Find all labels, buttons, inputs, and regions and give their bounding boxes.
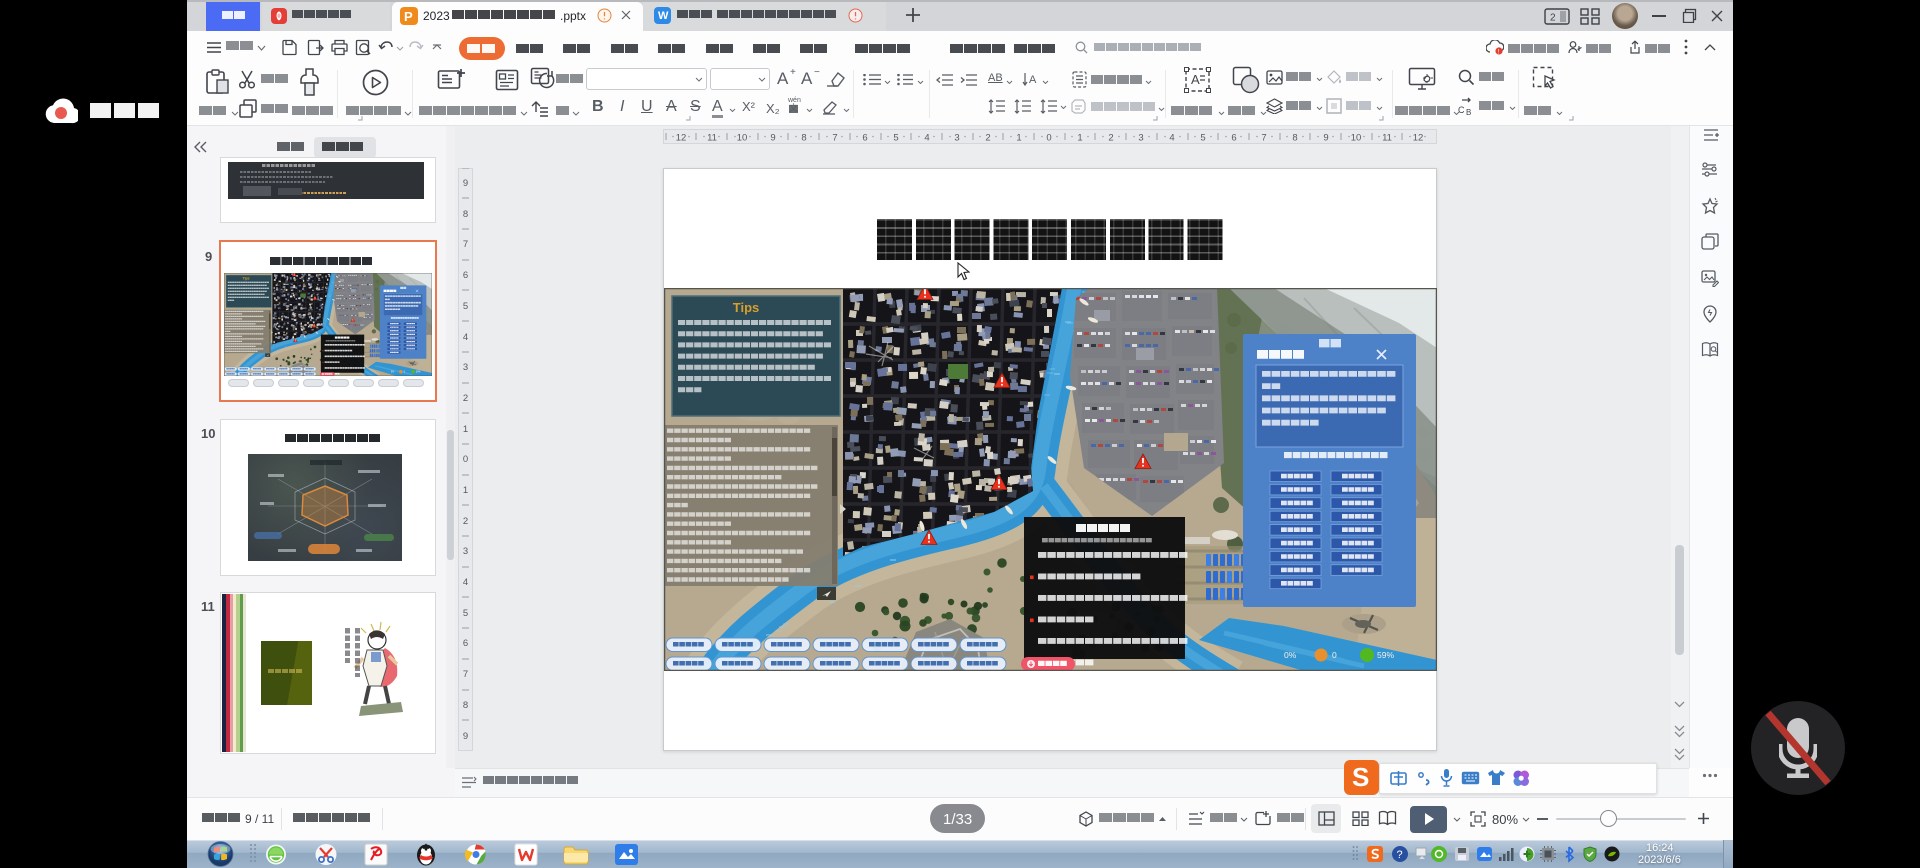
svg-text:6: 6 bbox=[463, 638, 468, 649]
svg-text:6: 6 bbox=[862, 133, 867, 144]
svg-text:59%: 59% bbox=[416, 372, 421, 374]
svg-text:0: 0 bbox=[463, 454, 468, 465]
svg-text:C: C bbox=[1458, 105, 1465, 115]
svg-text:5: 5 bbox=[463, 301, 468, 312]
svg-text:0: 0 bbox=[1332, 650, 1337, 660]
svg-text:9: 9 bbox=[770, 133, 775, 144]
svg-text:A: A bbox=[1191, 72, 1200, 87]
svg-text:8: 8 bbox=[1292, 133, 1297, 144]
svg-text:12: 12 bbox=[676, 133, 687, 144]
svg-text:10: 10 bbox=[1351, 133, 1362, 144]
svg-text:6: 6 bbox=[1231, 133, 1236, 144]
svg-text:3: 3 bbox=[463, 546, 468, 557]
svg-text:Tips: Tips bbox=[243, 276, 250, 280]
svg-text:8: 8 bbox=[463, 700, 468, 711]
svg-text:1: 1 bbox=[463, 485, 468, 496]
svg-text:4: 4 bbox=[463, 577, 468, 588]
svg-text:5: 5 bbox=[463, 608, 468, 619]
svg-text:?: ? bbox=[1397, 849, 1403, 861]
svg-text:59%: 59% bbox=[1377, 650, 1394, 660]
svg-text:7: 7 bbox=[463, 669, 468, 680]
svg-text:B: B bbox=[1466, 108, 1471, 115]
svg-text:Tips: Tips bbox=[733, 300, 760, 315]
svg-text:2: 2 bbox=[463, 516, 468, 527]
svg-text:4: 4 bbox=[924, 133, 929, 144]
svg-text:7: 7 bbox=[1261, 133, 1266, 144]
svg-text:9: 9 bbox=[463, 731, 468, 742]
svg-text:2: 2 bbox=[985, 133, 990, 144]
svg-text:9: 9 bbox=[463, 178, 468, 189]
svg-text:0%: 0% bbox=[1284, 650, 1297, 660]
svg-text:A: A bbox=[1029, 74, 1037, 86]
svg-text:1: 1 bbox=[1016, 133, 1021, 144]
svg-text:6: 6 bbox=[463, 270, 468, 281]
svg-text:10: 10 bbox=[737, 133, 748, 144]
svg-text:1: 1 bbox=[1077, 133, 1082, 144]
svg-text:4: 4 bbox=[463, 332, 468, 343]
svg-text:9: 9 bbox=[1323, 133, 1328, 144]
svg-text:5: 5 bbox=[893, 133, 898, 144]
svg-text:3: 3 bbox=[1138, 133, 1143, 144]
svg-text:8: 8 bbox=[463, 209, 468, 220]
svg-text:5: 5 bbox=[1200, 133, 1205, 144]
svg-text:11: 11 bbox=[1382, 133, 1392, 144]
svg-text:7: 7 bbox=[832, 133, 837, 144]
svg-text:0: 0 bbox=[1046, 133, 1051, 144]
svg-text:2: 2 bbox=[1108, 133, 1113, 144]
svg-text:12: 12 bbox=[1413, 133, 1424, 144]
svg-text:2: 2 bbox=[1550, 13, 1556, 24]
svg-text:3: 3 bbox=[954, 133, 959, 144]
svg-text:2: 2 bbox=[463, 393, 468, 404]
svg-text:7: 7 bbox=[463, 239, 468, 250]
svg-text:8: 8 bbox=[801, 133, 806, 144]
svg-text:3: 3 bbox=[463, 362, 468, 373]
svg-text:11: 11 bbox=[707, 133, 717, 144]
svg-text:0%: 0% bbox=[391, 372, 394, 374]
svg-text:1: 1 bbox=[463, 424, 468, 435]
svg-text:4: 4 bbox=[1169, 133, 1174, 144]
